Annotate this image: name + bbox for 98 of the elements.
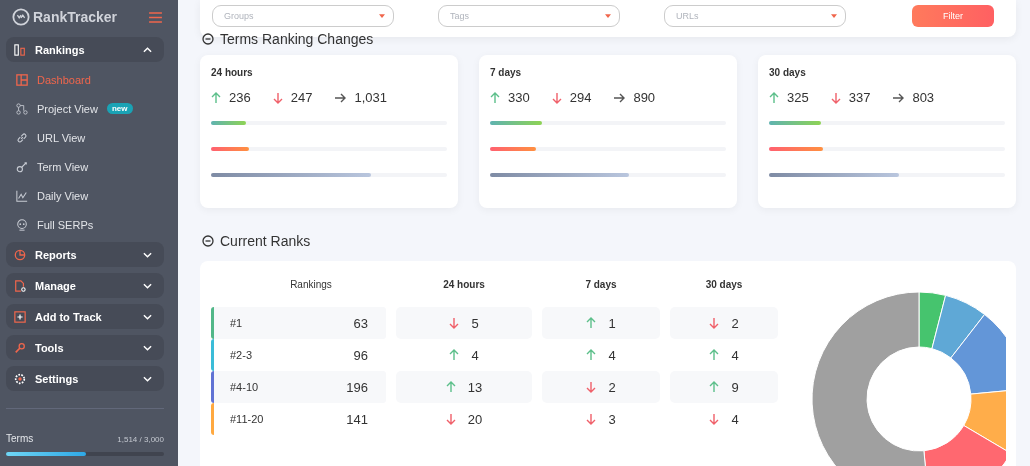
right-arrow-icon [892, 92, 905, 103]
chevron-down-icon [143, 313, 152, 320]
nav-section[interactable]: Rankings [6, 37, 164, 62]
up-arrow-icon [586, 349, 597, 361]
unchanged-count: 890 [633, 90, 656, 105]
add-icon [14, 310, 26, 323]
nav-section[interactable]: Tools [6, 335, 164, 360]
rank-range: #4-10 [230, 381, 259, 393]
rank-range: #2-3 [230, 349, 253, 361]
robot-icon [16, 218, 28, 231]
layout-icon [16, 73, 28, 86]
down-arrow-icon [272, 91, 283, 104]
settings-icon [14, 372, 26, 385]
nav-link[interactable]: Project View [37, 102, 98, 115]
logo-text: RankTracker [33, 9, 118, 25]
file-gear-icon [14, 279, 26, 292]
usage-label: Terms [6, 433, 34, 444]
change-cell: 4 [542, 339, 660, 371]
bars-icon [14, 43, 26, 56]
up-arrow-icon [586, 317, 597, 329]
up-arrow-icon [445, 381, 456, 393]
key-icon [16, 160, 28, 173]
usage-reading: 1,514 / 3,000 [117, 435, 164, 444]
rank-count: 141 [346, 411, 368, 427]
change-cell: 5 [396, 307, 532, 339]
card-title: 24 hours [211, 67, 254, 78]
caret-icon [831, 14, 837, 18]
nav-link[interactable]: Daily View [37, 189, 89, 202]
column-header: 7 days [584, 279, 618, 292]
change-cell: 4 [670, 403, 778, 435]
chevron-down-icon [143, 282, 152, 289]
change-cell: 2 [542, 371, 660, 403]
up-arrow-icon [769, 91, 779, 104]
nav-section[interactable]: Manage [6, 273, 164, 298]
collapse-icon[interactable] [202, 235, 214, 247]
change-cell: 20 [396, 403, 532, 435]
card-title: 30 days [769, 67, 807, 78]
change-cell: 13 [396, 371, 532, 403]
column-header: 30 days [704, 279, 744, 292]
up-arrow-icon [211, 91, 221, 104]
nav-link[interactable]: Term View [37, 160, 89, 173]
up-count: 325 [787, 90, 809, 105]
column-header: 24 hours [442, 279, 486, 292]
down-arrow-icon [709, 413, 720, 425]
up-count: 236 [229, 90, 251, 105]
change-cell: 4 [396, 339, 532, 371]
wrench-icon [14, 341, 26, 354]
up-arrow-icon [490, 91, 500, 104]
chevron-down-icon [143, 344, 152, 351]
up-arrow-icon [709, 381, 720, 393]
change-cell: 9 [670, 371, 778, 403]
up-arrow-icon [709, 349, 720, 361]
down-arrow-icon [709, 317, 720, 329]
down-count: 337 [848, 90, 871, 105]
rank-range: #1 [230, 317, 243, 329]
down-count: 294 [569, 90, 592, 105]
chevron-down-icon [143, 375, 152, 382]
section-title: Current Ranks [220, 233, 311, 249]
nav-link[interactable]: Full SERPs [37, 218, 94, 231]
link-icon [16, 131, 28, 144]
rank-count: 63 [353, 315, 368, 331]
nav-section[interactable]: Add to Track [6, 304, 164, 329]
section-title: Terms Ranking Changes [220, 31, 374, 47]
change-cell: 4 [670, 339, 778, 371]
caret-icon [379, 14, 385, 18]
rank-range: #11-20 [230, 413, 264, 425]
nav-link[interactable]: URL View [37, 131, 86, 144]
down-arrow-icon [551, 91, 562, 104]
card-title: 7 days [490, 67, 523, 78]
unchanged-count: 803 [912, 90, 935, 105]
nodes-icon [16, 102, 28, 115]
up-count: 330 [508, 90, 530, 105]
down-arrow-icon [445, 413, 456, 425]
down-arrow-icon [586, 381, 597, 393]
unchanged-count: 1,031 [354, 90, 387, 105]
down-arrow-icon [449, 317, 460, 329]
change-cell: 3 [542, 403, 660, 435]
rank-count: 196 [346, 379, 368, 395]
caret-icon [605, 14, 611, 18]
nav-section[interactable]: Settings [6, 366, 164, 391]
right-arrow-icon [613, 92, 626, 103]
down-count: 247 [290, 90, 313, 105]
pie-chart-icon [14, 248, 26, 261]
up-arrow-icon [449, 349, 460, 361]
line-chart-icon [16, 189, 28, 202]
logo-icon [12, 8, 30, 26]
chevron-up-icon [143, 46, 152, 53]
rank-count: 96 [353, 347, 368, 363]
down-arrow-icon [586, 413, 597, 425]
new-badge: new [106, 103, 133, 114]
change-cell: 1 [542, 307, 660, 339]
column-header: Rankings [289, 279, 333, 292]
right-arrow-icon [334, 92, 347, 103]
down-arrow-icon [830, 91, 841, 104]
collapse-icon[interactable] [202, 33, 214, 45]
nav-section[interactable]: Reports [6, 242, 164, 267]
chevron-down-icon [143, 251, 152, 258]
change-cell: 2 [670, 307, 778, 339]
